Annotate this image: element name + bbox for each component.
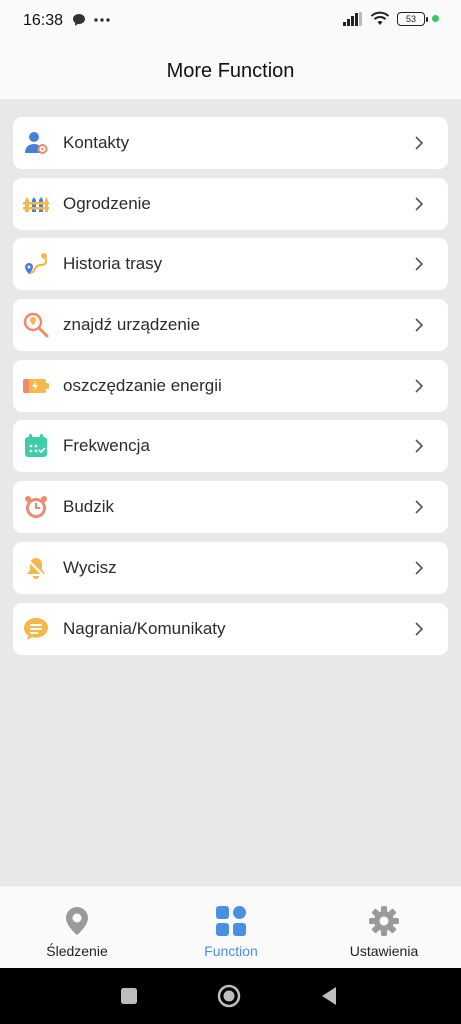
bottom-navigation: Śledzenie Function Ustawienia — [0, 885, 461, 968]
chevron-right-icon — [415, 257, 424, 271]
grid-icon — [216, 906, 246, 936]
contact-icon — [23, 130, 49, 156]
menu-item-label: Nagrania/Komunikaty — [63, 618, 226, 638]
chevron-right-icon — [415, 379, 424, 393]
menu-item-label: Wycisz — [63, 557, 117, 577]
menu-item-label: Kontakty — [63, 133, 130, 152]
tab-ustawienia[interactable]: Ustawienia — [307, 886, 461, 969]
alarm-clock-icon — [23, 494, 49, 520]
chevron-right-icon — [415, 561, 424, 575]
menu-item-znajdz-urzadzenie[interactable]: znajdź urządzenie — [13, 299, 448, 352]
gear-icon — [369, 906, 399, 936]
menu-item-label: znajdź urządzenie — [63, 315, 201, 335]
menu-item-historia-trasy[interactable]: Historia trasy — [13, 238, 448, 291]
menu-item-kontakty[interactable]: Kontakty — [13, 117, 448, 169]
chevron-right-icon — [415, 197, 424, 211]
status-time: 16:38 — [23, 12, 64, 29]
privacy-indicator-dot — [432, 15, 439, 22]
tab-label: Function — [204, 943, 258, 959]
menu-item-wycisz[interactable]: Wycisz — [13, 541, 448, 594]
menu-item-oszczedzanie-energii[interactable]: oszczędzanie energii — [13, 359, 448, 412]
chevron-right-icon — [415, 621, 424, 636]
menu-item-budzik[interactable]: Budzik — [13, 481, 448, 534]
menu-item-nagrania-komunikaty[interactable]: Nagrania/Komunikaty — [13, 602, 448, 655]
more-dots-icon — [94, 18, 110, 22]
message-icon — [23, 616, 49, 642]
menu-item-label: Frekwencja — [63, 436, 150, 456]
back-button-icon[interactable] — [318, 984, 342, 1008]
calendar-icon — [23, 433, 49, 459]
menu-item-label: oszczędzanie energii — [63, 375, 222, 395]
menu-item-ogrodzenie[interactable]: Ogrodzenie — [13, 177, 448, 230]
page-header: More Function — [0, 44, 461, 99]
page-title: More Function — [166, 60, 295, 82]
home-button-icon[interactable] — [217, 984, 241, 1008]
chevron-right-icon — [415, 439, 424, 454]
status-bar: 16:38 53 — [0, 0, 461, 44]
menu-item-frekwencja[interactable]: Frekwencja — [13, 420, 448, 473]
menu-item-label: Historia trasy — [63, 254, 163, 274]
tab-function[interactable]: Function — [154, 886, 308, 969]
menu-item-label: Ogrodzenie — [63, 193, 151, 213]
fence-icon — [23, 191, 49, 217]
find-device-icon — [23, 312, 49, 338]
location-pin-icon — [66, 907, 88, 935]
chat-bubble-icon — [73, 14, 85, 26]
bell-mute-icon — [23, 555, 49, 581]
recent-apps-icon[interactable] — [117, 984, 141, 1008]
tab-label: Śledzenie — [46, 943, 108, 959]
battery-indicator: 53 — [397, 11, 428, 26]
chevron-right-icon — [415, 136, 424, 150]
chevron-right-icon — [415, 318, 424, 332]
battery-saver-icon — [23, 373, 49, 399]
function-menu: Kontakty Ogrodzenie Historia trasy znajd… — [13, 117, 448, 663]
signal-icon — [343, 11, 362, 26]
wifi-icon — [370, 11, 390, 25]
chevron-right-icon — [415, 500, 424, 514]
tab-sledzenie[interactable]: Śledzenie — [0, 886, 154, 969]
system-navigation-bar — [0, 968, 461, 1024]
menu-item-label: Budzik — [63, 497, 115, 517]
battery-level: 53 — [405, 13, 416, 24]
tab-label: Ustawienia — [349, 943, 419, 959]
route-history-icon — [23, 251, 49, 277]
